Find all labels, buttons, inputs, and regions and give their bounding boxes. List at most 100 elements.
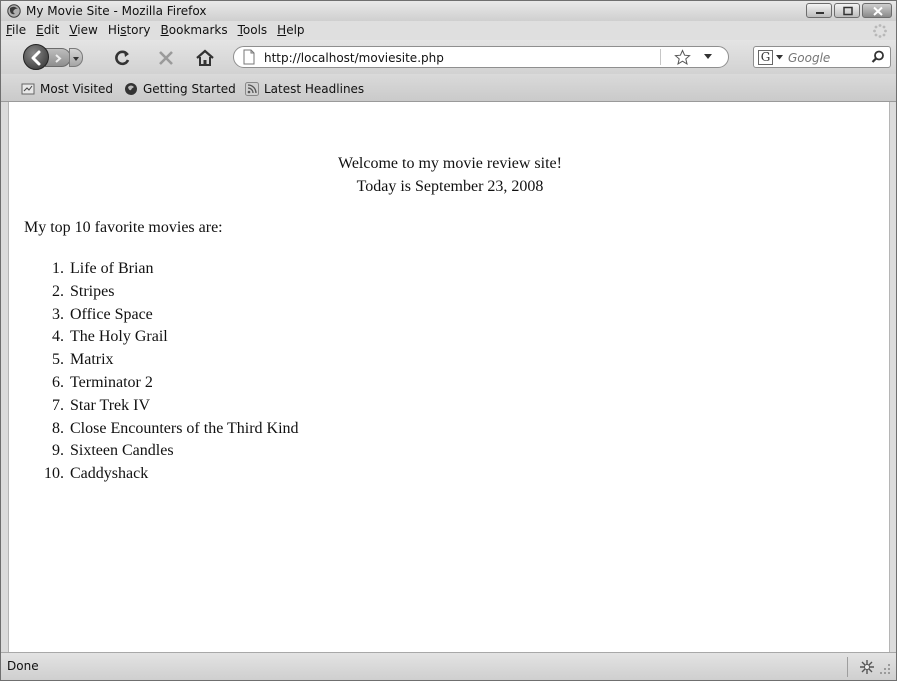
navigation-toolbar: G: [1, 40, 896, 74]
chevron-down-icon: [73, 57, 79, 61]
menu-help[interactable]: Help: [277, 23, 304, 37]
menu-bar: File Edit View History Bookmarks Tools H…: [1, 21, 896, 40]
menu-view[interactable]: View: [69, 23, 97, 37]
menu-bookmarks-accel: B: [160, 23, 169, 37]
movie-title: Caddyshack: [70, 465, 149, 483]
movie-item: 3. Office Space: [24, 305, 299, 328]
movie-title: Sixteen Candles: [70, 442, 174, 460]
movie-title: Life of Brian: [70, 260, 154, 277]
throbber-icon: [873, 24, 887, 38]
search-bar[interactable]: G: [753, 46, 891, 68]
movie-item: 6. Terminator 2: [24, 373, 299, 396]
maximize-button[interactable]: [834, 3, 860, 18]
bookmark-getting-started[interactable]: Getting Started: [124, 82, 236, 96]
menu-bookmarks-label: ookmarks: [168, 23, 228, 37]
menu-help-accel: H: [277, 23, 287, 37]
menu-edit-label: dit: [43, 23, 60, 37]
menu-edit-accel: E: [36, 23, 44, 37]
search-input[interactable]: [788, 50, 863, 65]
stop-icon[interactable]: [157, 49, 175, 67]
movie-list: 1. Life of Brian 2. Stripes 3. Office Space…: [24, 259, 299, 487]
address-bar[interactable]: [233, 46, 729, 68]
firefox-icon: [7, 4, 21, 18]
url-input[interactable]: [264, 50, 664, 65]
window-title: My Movie Site - Mozilla Firefox: [26, 4, 207, 18]
bookmark-most-visited[interactable]: Most Visited: [21, 82, 113, 96]
favorites-intro: My top 10 favorite movies are:: [24, 219, 223, 236]
movie-title: The Holy Grail: [70, 328, 168, 346]
getting-started-icon: [125, 83, 137, 95]
date-line: Today is September 23, 2008: [356, 178, 544, 195]
movie-item: 8. Close Encounters of the Third Kind: [24, 419, 299, 442]
movie-title: Office Space: [70, 305, 153, 323]
back-button[interactable]: [23, 44, 49, 70]
maximize-icon: [843, 6, 853, 16]
menu-history-label: tory: [126, 23, 151, 37]
movie-title: Matrix: [70, 351, 114, 369]
movie-number: 2.: [52, 282, 64, 300]
activity-icon: [860, 660, 874, 674]
movie-number: 5.: [52, 351, 64, 369]
status-text: Done: [7, 659, 39, 673]
menu-view-label: iew: [77, 23, 98, 37]
menu-help-label: elp: [286, 23, 305, 37]
window-controls: [806, 3, 892, 19]
welcome-heading: Welcome to my movie review site!: [338, 155, 562, 172]
history-dropdown-button[interactable]: [69, 48, 83, 67]
search-engine-dropdown-icon[interactable]: [776, 55, 783, 60]
movie-item: 5. Matrix: [24, 350, 299, 373]
movie-item: 9. Sixteen Candles: [24, 441, 299, 464]
movie-number: 4.: [52, 328, 64, 346]
movie-item: 4. The Holy Grail: [24, 327, 299, 350]
close-icon: [873, 6, 883, 16]
rss-feed-icon: [245, 82, 259, 96]
menu-history-prefix: Hi: [107, 23, 121, 37]
bookmark-latest-headlines[interactable]: Latest Headlines: [245, 82, 364, 96]
movie-item: 10. Caddyshack: [24, 464, 299, 487]
menu-history[interactable]: History: [108, 23, 151, 37]
movie-item: 2. Stripes: [24, 282, 299, 305]
url-divider: [660, 49, 661, 65]
back-arrow-icon: [31, 50, 41, 66]
status-bar: Done: [1, 652, 896, 680]
minimize-icon: [816, 12, 824, 14]
movie-number: 8.: [52, 419, 64, 437]
bookmark-most-visited-label: Most Visited: [40, 82, 114, 96]
page-icon: [243, 49, 255, 65]
bookmark-latest-headlines-label: Latest Headlines: [264, 82, 365, 96]
resize-grip-icon[interactable]: [879, 663, 891, 675]
minimize-button[interactable]: [806, 3, 832, 18]
most-visited-icon: [21, 83, 35, 95]
menu-edit[interactable]: Edit: [36, 23, 59, 37]
movie-number: 10.: [44, 465, 64, 483]
movie-title: Terminator 2: [70, 373, 153, 391]
url-dropdown-icon[interactable]: [704, 54, 712, 60]
browser-window: My Movie Site - Mozilla Firefox File Edi…: [0, 0, 897, 681]
movie-number: 1.: [52, 260, 64, 277]
search-engine-icon[interactable]: G: [758, 50, 773, 65]
movie-number: 9.: [52, 442, 64, 460]
magnifier-icon[interactable]: [871, 50, 885, 64]
movie-number: 6.: [52, 373, 64, 391]
menu-items: File Edit View History Bookmarks Tools H…: [6, 23, 305, 37]
bookmark-star-icon[interactable]: [674, 49, 691, 66]
menu-file[interactable]: File: [6, 23, 26, 37]
movie-title: Stripes: [70, 282, 115, 300]
bookmark-getting-started-label: Getting Started: [143, 82, 236, 96]
movie-item: 7. Star Trek IV: [24, 396, 299, 419]
movie-number: 3.: [52, 305, 64, 323]
menu-bookmarks[interactable]: Bookmarks: [161, 23, 228, 37]
reload-icon[interactable]: [113, 49, 131, 67]
movie-item: 1. Life of Brian: [24, 259, 299, 282]
menu-tools[interactable]: Tools: [238, 23, 268, 37]
page-content: Welcome to my movie review site! Today i…: [8, 102, 890, 652]
close-button[interactable]: [862, 3, 892, 18]
home-icon[interactable]: [195, 48, 215, 67]
title-bar: My Movie Site - Mozilla Firefox: [1, 1, 896, 21]
movie-number: 7.: [52, 396, 64, 414]
menu-tools-label: ools: [242, 23, 268, 37]
menu-file-label: ile: [12, 23, 27, 37]
status-divider: [847, 657, 848, 677]
bookmarks-toolbar: Most Visited Getting Started Latest Head…: [1, 74, 896, 102]
movie-title: Star Trek IV: [70, 396, 151, 414]
